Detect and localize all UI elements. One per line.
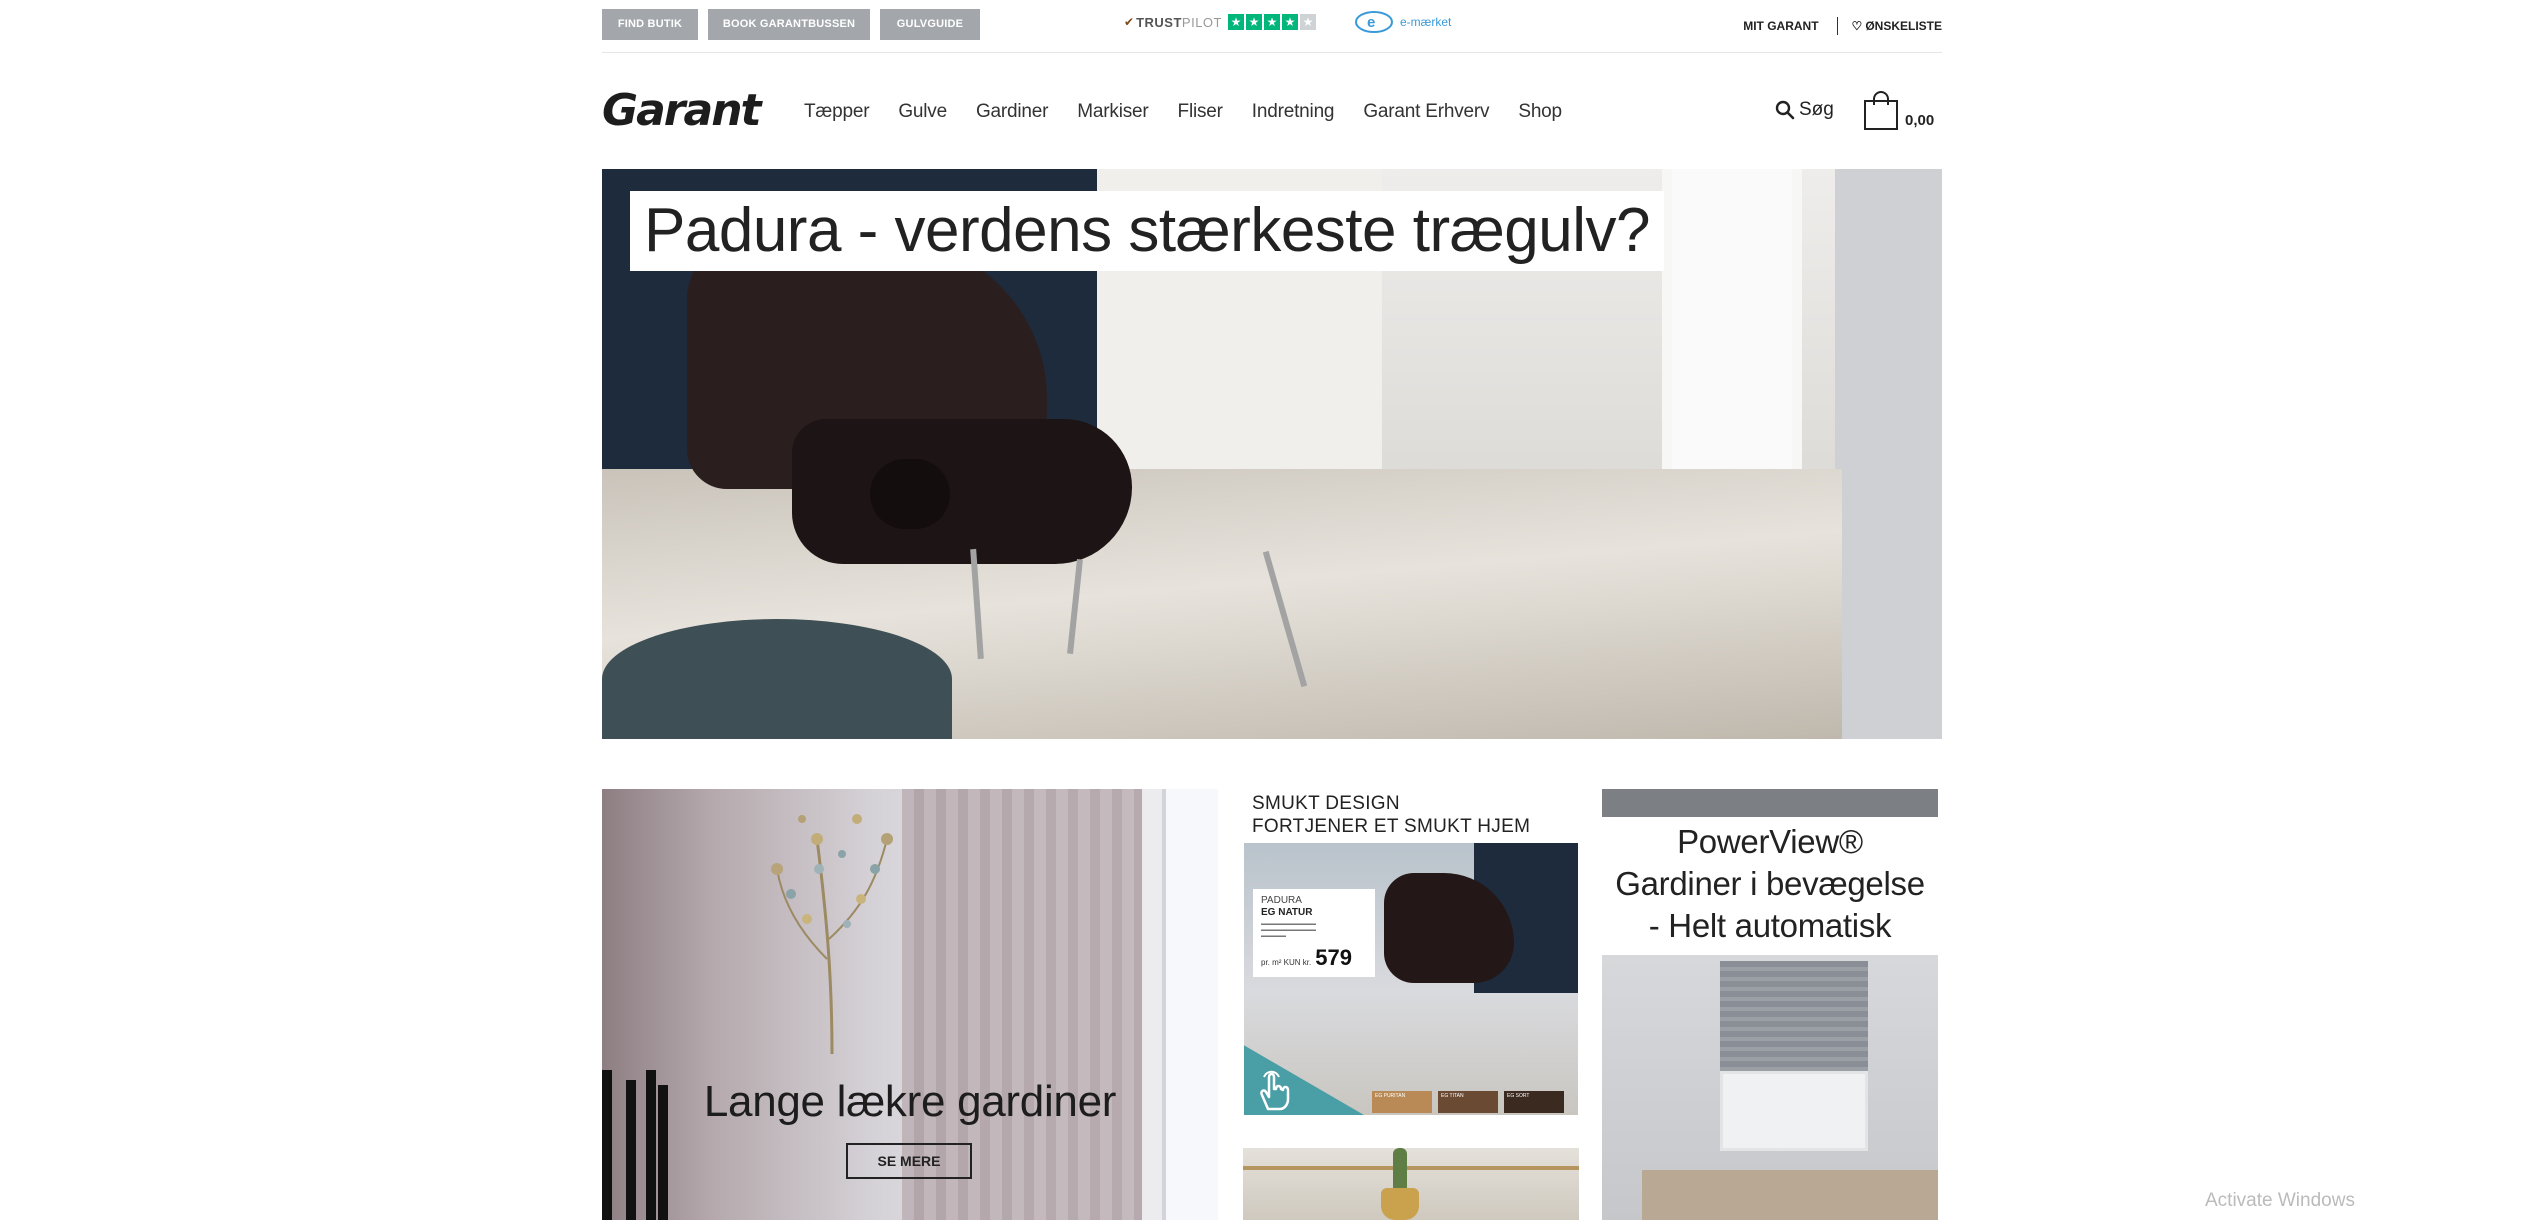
my-garant-link[interactable]: MIT GARANT	[1743, 19, 1818, 33]
hero-chair-armrest	[870, 459, 950, 529]
star-icon: ★	[1299, 14, 1316, 30]
emark-icon: e	[1355, 11, 1393, 33]
heart-icon: ♡	[1851, 19, 1863, 33]
shelf	[1243, 1166, 1579, 1170]
promo-card-padura[interactable]: SMUKT DESIGN FORTJENER ET SMUKT HJEM PAD…	[1243, 789, 1579, 1119]
cart-amount: 0,00	[1905, 112, 1935, 129]
nav-item-markiser[interactable]: Markiser	[1077, 101, 1148, 123]
powerview-title-line1: PowerView®	[1677, 823, 1863, 860]
trustpilot-label-light: PILOT	[1181, 14, 1222, 30]
nav-item-fliser[interactable]: Fliser	[1178, 101, 1223, 123]
emark-label: e-mærket	[1400, 15, 1452, 29]
product-variant: EG NATUR	[1261, 907, 1313, 918]
powerview-image	[1602, 955, 1938, 1220]
book-garant-bus-button[interactable]: BOOK GARANTBUSSEN	[708, 9, 870, 40]
padura-heading-line2: FORTJENER ET SMUKT HJEM	[1252, 816, 1531, 837]
powerview-title-line2: Gardiner i bevægelse	[1615, 865, 1925, 902]
star-icon: ★	[1245, 14, 1262, 30]
trustpilot-logo-icon: ✔	[1124, 15, 1135, 29]
os-activation-watermark: Activate Windows	[2205, 1190, 2355, 1211]
product-fineprint: ▬▬▬▬▬▬▬▬▬▬▬ ▬▬▬▬▬▬▬▬▬▬▬ ▬▬▬▬▬	[1261, 921, 1316, 939]
page-container: FIND BUTIK BOOK GARANTBUSSEN GULVGUIDE ✔…	[602, 0, 1942, 1220]
nav-item-gardiner[interactable]: Gardiner	[976, 101, 1049, 123]
powerview-title-line3: - Helt automatisk	[1648, 907, 1892, 944]
garant-logo[interactable]: Garant	[602, 87, 762, 135]
cart-button[interactable]: 0,00	[1863, 91, 1934, 131]
product-price: pr. m² KUN kr. 579	[1261, 945, 1352, 971]
floor-guide-button[interactable]: GULVGUIDE	[880, 9, 980, 40]
search-icon	[1775, 100, 1795, 120]
star-icon: ★	[1263, 14, 1280, 30]
search-button[interactable]: Søg	[1775, 99, 1834, 121]
hero-pillar	[1835, 169, 1942, 739]
hero-banner[interactable]: Padura - verdens stærkeste trægulv?	[602, 169, 1942, 739]
padura-image: PADURA EG NATUR ▬▬▬▬▬▬▬▬▬▬▬ ▬▬▬▬▬▬▬▬▬▬▬ ▬▬…	[1244, 843, 1578, 1115]
padura-product-label: PADURA EG NATUR ▬▬▬▬▬▬▬▬▬▬▬ ▬▬▬▬▬▬▬▬▬▬▬ ▬▬…	[1253, 889, 1375, 977]
shopping-bag-icon	[1864, 91, 1898, 130]
nav-item-indretning[interactable]: Indretning	[1252, 101, 1335, 123]
swatch-eg-sort: EG SORT	[1504, 1091, 1564, 1113]
promo-card-curtains[interactable]: Lange lækre gardiner SE MERE	[602, 789, 1218, 1220]
star-icon: ★	[1227, 14, 1244, 30]
trustpilot-badge[interactable]: ✔ TRUST PILOT ★ ★ ★ ★ ★	[1124, 12, 1316, 32]
window	[1162, 789, 1218, 1220]
swatch-row: EG PURITAN EG TITAN EG SORT	[1372, 1091, 1564, 1113]
nav-item-gulve[interactable]: Gulve	[898, 101, 947, 123]
price-prefix: pr. m² KUN kr.	[1261, 958, 1312, 967]
price-value: 579	[1315, 945, 1352, 970]
promo-card-interior[interactable]	[1243, 1148, 1579, 1220]
plant-pot	[1381, 1188, 1419, 1220]
divider	[1836, 17, 1838, 35]
svg-text:e: e	[1367, 14, 1375, 31]
nav-item-garant-erhverv[interactable]: Garant Erhverv	[1363, 101, 1489, 123]
tap-hand-icon	[1260, 1070, 1290, 1111]
curtains-title: Lange lækre gardiner	[703, 1077, 1117, 1126]
swatch-eg-titan: EG TITAN	[1438, 1091, 1498, 1113]
promo-card-powerview[interactable]: PowerView® Gardiner i bevægelse - Helt a…	[1602, 789, 1938, 1220]
wishlist-link[interactable]: ØNSKELISTE	[1865, 19, 1942, 33]
search-label: Søg	[1799, 99, 1834, 120]
pleated-blind	[1720, 961, 1868, 1071]
powerview-top-strip	[1602, 789, 1938, 817]
padura-heading-line1: SMUKT DESIGN	[1252, 793, 1400, 814]
account-links: MIT GARANT ♡ ØNSKELISTE	[1743, 14, 1942, 38]
hero-chair-seat	[792, 419, 1132, 564]
hero-door	[1662, 169, 1802, 489]
find-store-button[interactable]: FIND BUTIK	[602, 9, 698, 40]
nav-item-shop[interactable]: Shop	[1518, 101, 1562, 123]
dining-table	[1642, 1170, 1938, 1220]
nav-item-taepper[interactable]: Tæpper	[804, 101, 870, 123]
trustpilot-stars: ★ ★ ★ ★ ★	[1227, 14, 1316, 30]
hero-pillow	[602, 619, 952, 739]
main-navigation: Tæpper Gulve Gardiner Markiser Fliser In…	[804, 101, 1591, 123]
see-more-button[interactable]: SE MERE	[846, 1143, 972, 1179]
trustpilot-label-strong: TRUST	[1136, 14, 1182, 30]
main-header: Garant Tæpper Gulve Gardiner Markiser Fl…	[602, 53, 1942, 167]
swatch-eg-puritan: EG PURITAN	[1372, 1091, 1432, 1113]
star-icon: ★	[1281, 14, 1298, 30]
hero-title: Padura - verdens stærkeste trægulv?	[630, 191, 1664, 271]
emark-badge[interactable]: e e-mærket	[1354, 8, 1451, 36]
wall-branch-decor	[771, 814, 893, 1055]
window	[1720, 1071, 1868, 1151]
product-name: PADURA	[1261, 895, 1302, 906]
utility-bar: FIND BUTIK BOOK GARANTBUSSEN GULVGUIDE ✔…	[602, 0, 1942, 53]
